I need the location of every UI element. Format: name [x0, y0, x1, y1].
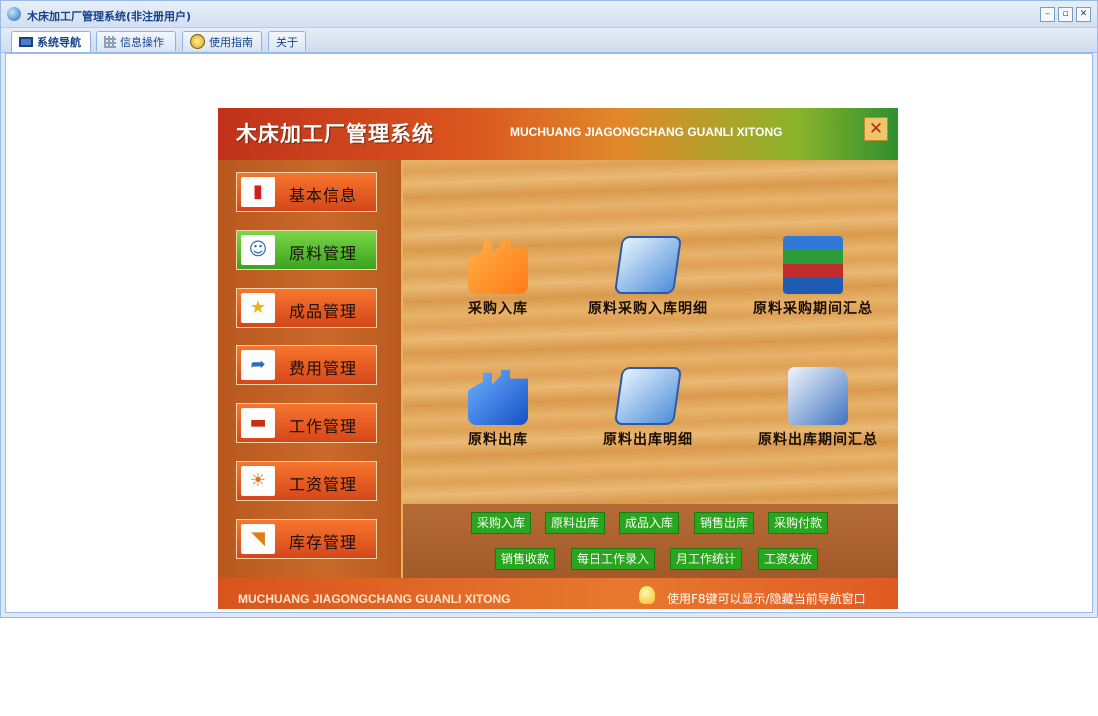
panel-title-en: MUCHUANG JIAGONGCHANG GUANLI XITONG [510, 125, 783, 139]
sidebar-item-expense[interactable]: ➦ 费用管理 [236, 345, 377, 385]
feature-label: 原料采购期间汇总 [753, 301, 873, 317]
panel-close-button[interactable]: ✕ [864, 117, 888, 141]
quick-link-salary-payout[interactable]: 工资发放 [758, 548, 819, 570]
feature-label: 原料采购入库明细 [588, 301, 708, 317]
monitor-alert-icon: ▮ [241, 177, 275, 207]
footer-tip: 使用F8键可以显示/隐藏当前导航窗口 [667, 592, 866, 606]
app-icon [7, 7, 21, 21]
quick-link-daily-work-entry[interactable]: 每日工作录入 [571, 548, 656, 570]
footer-title-en: MUCHUANG JIAGONGCHANG GUANLI XITONG [238, 592, 511, 606]
sidebar-item-product[interactable]: ★ 成品管理 [236, 288, 377, 328]
quick-link-product-in[interactable]: 成品入库 [619, 512, 680, 534]
contact-card-icon: ☺ [241, 235, 275, 265]
feature-purchase-in[interactable]: 采购入库 [453, 236, 543, 318]
star-icon: ★ [241, 293, 275, 323]
tab-about[interactable]: 关于 [268, 31, 306, 51]
tab-bar: 系统导航 信息操作 使用指南 关于 [1, 28, 1097, 53]
restore-button[interactable]: ▫ [1058, 7, 1073, 22]
minimize-button[interactable]: – [1040, 7, 1055, 22]
feature-label: 原料出库明细 [603, 432, 693, 448]
tab-system-nav[interactable]: 系统导航 [11, 31, 91, 52]
sidebar-item-label: 基本信息 [289, 186, 358, 205]
sidebar-item-label: 费用管理 [289, 359, 358, 378]
books-icon [783, 236, 843, 294]
sidebar-item-label: 工作管理 [289, 417, 358, 436]
lightbulb-icon [639, 586, 655, 604]
sidebar-item-label: 库存管理 [289, 533, 358, 552]
feature-label: 原料出库期间汇总 [758, 432, 878, 448]
monitor-icon [19, 37, 33, 47]
sidebar-item-inventory[interactable]: ◥ 库存管理 [236, 519, 377, 559]
window-title: 木床加工厂管理系统(非注册用户) [27, 10, 192, 23]
quick-link-material-out[interactable]: 原料出库 [545, 512, 606, 534]
sidebar-item-label: 成品管理 [289, 302, 358, 321]
sidebar-item-label: 工资管理 [289, 475, 358, 494]
feature-material-out-detail[interactable]: 原料出库明细 [573, 367, 723, 449]
grid-icon [104, 35, 116, 48]
navigation-panel: 木床加工厂管理系统 MUCHUANG JIAGONGCHANG GUANLI X… [218, 108, 898, 609]
quick-link-monthly-work-stats[interactable]: 月工作统计 [670, 548, 743, 570]
pen-document-icon [613, 367, 683, 425]
module-sidebar: ▮ 基本信息 ☺ 原料管理 ★ 成品管理 ➦ 费用管理 ▬ 工作管理 ☀ 工资管… [218, 160, 403, 578]
feature-area: 采购入库 原料采购入库明细 原料采购期间汇总 原料出库 原料出库明细 原料出库期… [403, 160, 898, 504]
factory-icon [468, 238, 528, 294]
flame-icon: ☀ [241, 466, 275, 496]
tab-user-guide[interactable]: 使用指南 [182, 31, 262, 51]
panel-footer: MUCHUANG JIAGONGCHANG GUANLI XITONG 使用F8… [218, 578, 898, 609]
sidebar-item-salary[interactable]: ☀ 工资管理 [236, 461, 377, 501]
tab-label: 使用指南 [209, 35, 253, 49]
monitor-icon: ▬ [241, 408, 275, 438]
arrow-right-icon: ➦ [241, 350, 275, 380]
feature-label: 采购入库 [468, 301, 528, 317]
close-window-button[interactable]: ✕ [1076, 7, 1091, 22]
feature-material-out[interactable]: 原料出库 [453, 367, 543, 449]
quick-link-sales-out[interactable]: 销售出库 [694, 512, 755, 534]
tab-label: 系统导航 [37, 36, 81, 49]
factory-blue-icon [468, 369, 528, 425]
sidebar-item-work[interactable]: ▬ 工作管理 [236, 403, 377, 443]
pen-document-icon [613, 236, 683, 294]
window-controls: – ▫ ✕ [1040, 7, 1091, 22]
folder-icon [788, 367, 848, 425]
panel-title: 木床加工厂管理系统 [236, 122, 434, 146]
quick-link-purchase-payment[interactable]: 采购付款 [768, 512, 829, 534]
quick-link-purchase-in[interactable]: 采购入库 [471, 512, 532, 534]
feature-material-purchase-summary[interactable]: 原料采购期间汇总 [738, 236, 888, 318]
sidebar-item-material[interactable]: ☺ 原料管理 [236, 230, 377, 270]
feature-material-purchase-detail[interactable]: 原料采购入库明细 [573, 236, 723, 318]
feature-label: 原料出库 [468, 432, 528, 448]
rss-icon: ◥ [241, 524, 275, 554]
help-globe-icon [190, 34, 205, 49]
sidebar-item-basic-info[interactable]: ▮ 基本信息 [236, 172, 377, 212]
tab-label: 关于 [276, 35, 298, 49]
feature-material-out-summary[interactable]: 原料出库期间汇总 [743, 367, 893, 449]
sidebar-item-label: 原料管理 [289, 244, 358, 263]
panel-header: 木床加工厂管理系统 MUCHUANG JIAGONGCHANG GUANLI X… [218, 108, 898, 160]
quick-link-sales-receipt[interactable]: 销售收款 [495, 548, 556, 570]
title-bar[interactable]: 木床加工厂管理系统(非注册用户) – ▫ ✕ [1, 1, 1097, 28]
tab-info-ops[interactable]: 信息操作 [96, 31, 176, 51]
quick-links: 采购入库 原料出库 成品入库 销售出库 采购付款 销售收款 每日工作录入 月工作… [403, 504, 898, 578]
tab-label: 信息操作 [120, 35, 164, 49]
